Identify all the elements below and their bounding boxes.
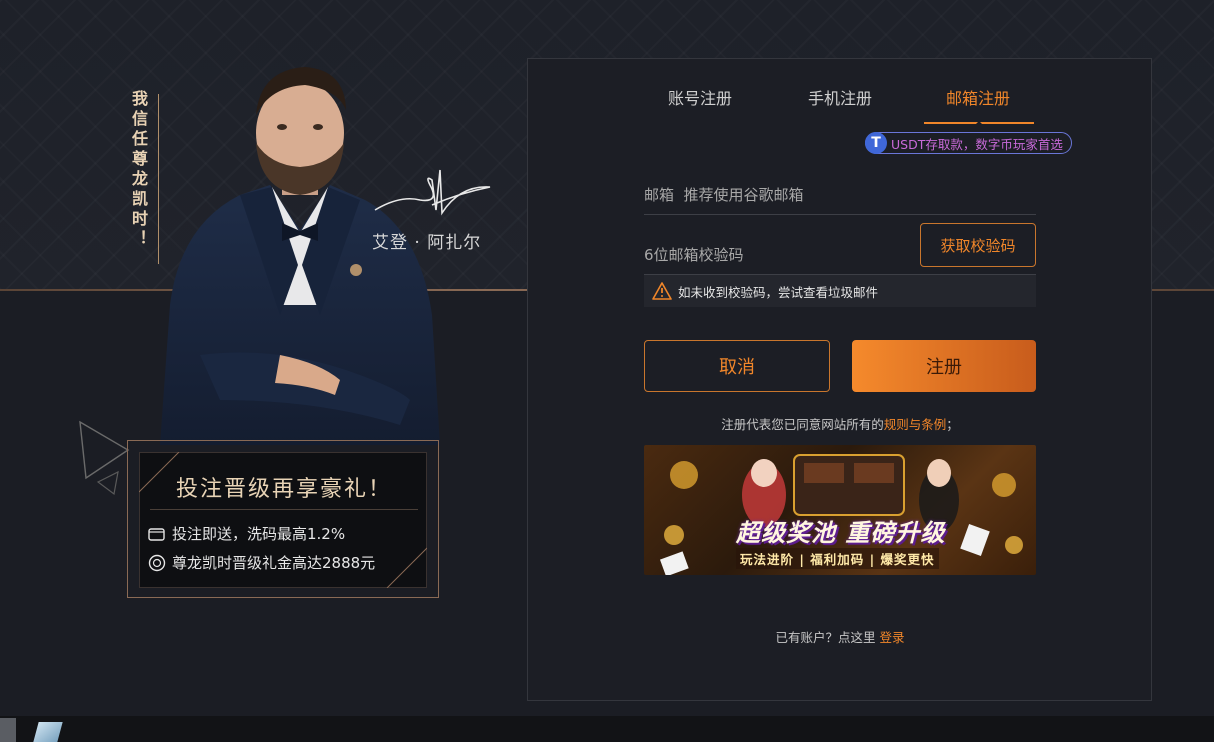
agreement-text: 注册代表您已同意网站所有的规则与条例； bbox=[644, 414, 1036, 433]
warning-icon bbox=[652, 282, 672, 300]
slogan-text: 我信任尊龙凯时！ bbox=[129, 90, 148, 250]
login-link[interactable]: 登录 bbox=[879, 630, 904, 645]
promo-divider bbox=[150, 509, 418, 510]
promo-inner: 投注晋级再享豪礼！ 投注即送，洗码最高1.2% 尊龙凯时晋级礼金高达2888元 bbox=[139, 452, 427, 588]
promo-line-text: 投注即送，洗码最高1.2% bbox=[172, 525, 346, 543]
login-prompt: 已有账户？点这里 登录 bbox=[644, 627, 1036, 646]
banner-subtitle: 玩法进阶 | 福利加码 | 爆奖更快 bbox=[736, 548, 939, 569]
ambassador-name: 艾登 · 阿扎尔 bbox=[372, 233, 482, 253]
promo-line-text: 尊龙凯时晋级礼金高达2888元 bbox=[172, 554, 376, 572]
warning-text: 如未收到校验码，尝试查看垃圾邮件 bbox=[678, 284, 879, 300]
register-tabs: 账号注册 手机注册 邮箱注册 bbox=[648, 85, 1048, 125]
slogan-column: 我信任尊龙凯时！ bbox=[118, 90, 162, 290]
register-panel: 账号注册 手机注册 邮箱注册 T USDT存取款，数字币玩家首选 获取校验码 如… bbox=[527, 58, 1152, 701]
verification-code-input[interactable] bbox=[644, 241, 904, 269]
taskbar-item[interactable] bbox=[0, 718, 16, 742]
agreement-suffix: ； bbox=[946, 417, 959, 432]
tab-phone-register[interactable]: 手机注册 bbox=[788, 85, 892, 123]
signature-image bbox=[374, 169, 491, 216]
register-button[interactable]: 注册 bbox=[852, 340, 1036, 392]
tether-icon: T bbox=[865, 132, 887, 154]
verification-code-field: 获取校验码 bbox=[644, 223, 1036, 275]
taskbar bbox=[0, 716, 1214, 742]
promo-title: 投注晋级再享豪礼！ bbox=[175, 477, 392, 502]
promo-box: 投注晋级再享豪礼！ 投注即送，洗码最高1.2% 尊龙凯时晋级礼金高达2888元 bbox=[127, 440, 439, 598]
rules-link[interactable]: 规则与条例 bbox=[884, 417, 947, 432]
get-code-button[interactable]: 获取校验码 bbox=[920, 223, 1036, 267]
tab-email-register[interactable]: 邮箱注册 bbox=[926, 85, 1030, 123]
usdt-badge-text: USDT存取款，数字币玩家首选 bbox=[891, 136, 1063, 152]
promo-line-bonus: 尊龙凯时晋级礼金高达2888元 bbox=[148, 552, 428, 573]
slogan-divider bbox=[158, 94, 159, 264]
banner-title: 超级奖池 重磅升级 bbox=[736, 519, 946, 547]
promo-line-rebate: 投注即送，洗码最高1.2% bbox=[148, 523, 428, 544]
jackpot-banner[interactable]: 超级奖池 重磅升级 玩法进阶 | 福利加码 | 爆奖更快 bbox=[644, 445, 1036, 575]
taskbar-app-icon[interactable] bbox=[33, 722, 63, 742]
warning-message: 如未收到校验码，尝试查看垃圾邮件 bbox=[644, 275, 1036, 307]
tab-caret bbox=[974, 121, 984, 126]
email-input[interactable] bbox=[644, 181, 904, 209]
agreement-prefix: 注册代表您已同意网站所有的 bbox=[721, 417, 884, 432]
wallet-icon bbox=[148, 527, 165, 541]
tab-account-register[interactable]: 账号注册 bbox=[648, 85, 752, 123]
login-prompt-text: 已有账户？点这里 bbox=[775, 630, 880, 645]
usdt-badge: T USDT存取款，数字币玩家首选 bbox=[865, 132, 1072, 154]
chip-icon bbox=[148, 554, 166, 571]
cancel-button[interactable]: 取消 bbox=[644, 340, 830, 392]
email-field bbox=[644, 175, 1036, 215]
